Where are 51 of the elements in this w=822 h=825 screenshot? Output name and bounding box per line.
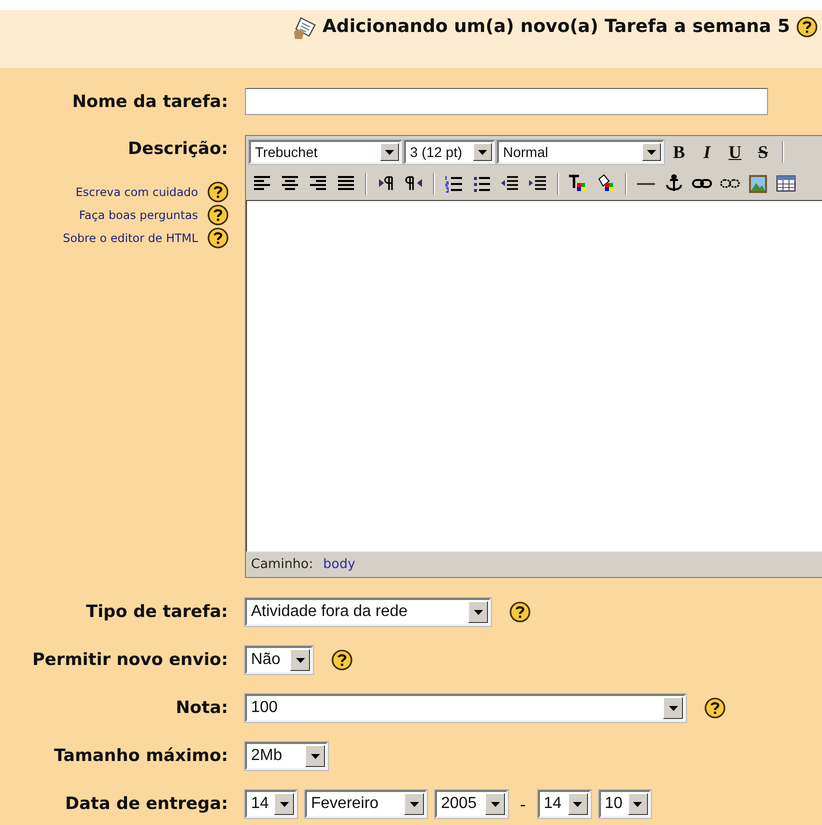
underline-button[interactable]: U [722, 140, 748, 164]
input-field[interactable] [245, 88, 768, 115]
field-label: Nota: [174, 698, 228, 718]
path-label: Caminho: [251, 557, 314, 572]
dropdown[interactable]: 14 [245, 790, 297, 818]
dropdown[interactable]: Fevereiro [305, 790, 427, 818]
caret-icon [573, 802, 582, 806]
bold-button[interactable]: B [666, 140, 692, 164]
font-dropdown[interactable]: Trebuchet [249, 140, 402, 164]
help-icon[interactable] [796, 16, 818, 38]
help-icon[interactable] [704, 697, 726, 719]
size-dropdown[interactable]: 3 (12 pt) [404, 140, 495, 164]
field-label: Nome da tarefa: [71, 92, 228, 112]
help-icon[interactable] [509, 601, 531, 623]
field-label: Data de entrega: [64, 794, 228, 814]
field-label: Descrição: [128, 139, 228, 159]
dropdown[interactable]: 10 [598, 790, 651, 818]
help-link[interactable]: Escreva com cuidado [76, 185, 198, 199]
dropdown[interactable]: 2005 [435, 790, 508, 818]
caret-icon [280, 802, 288, 806]
dropdown[interactable]: Não [245, 646, 313, 674]
caret-icon [474, 610, 482, 614]
italic-button[interactable]: I [694, 140, 720, 164]
caret-icon [478, 150, 487, 154]
help-link[interactable]: Sobre o editor de HTML [62, 231, 198, 245]
caret-icon [410, 802, 418, 806]
dropdown[interactable]: 2Mb [245, 742, 328, 770]
caret-icon [633, 802, 642, 806]
page-title: Adicionando um(a) novo(a) Tarefa a semana 5 [322, 16, 790, 38]
help-icon[interactable] [207, 227, 229, 249]
caret-icon [647, 150, 656, 154]
field-label: Tipo de tarefa: [85, 602, 228, 622]
help-icon[interactable] [207, 181, 229, 203]
help-link[interactable]: Faça boas perguntas [79, 208, 198, 222]
dropdown[interactable]: Atividade fora da rede [245, 598, 491, 626]
caret-icon [490, 802, 500, 806]
caret-icon [385, 150, 394, 154]
dropdown[interactable]: 14 [538, 790, 591, 818]
separator-text: - [520, 794, 526, 814]
field-label: Tamanho máximo: [52, 746, 228, 766]
path-link[interactable]: body [323, 557, 356, 572]
strikethrough-button[interactable]: S [750, 140, 776, 164]
caret-icon [310, 754, 320, 758]
field-label: Permitir novo envio: [31, 650, 228, 670]
dropdown[interactable]: 100 [245, 694, 686, 722]
assignment-icon [292, 16, 316, 40]
help-icon[interactable] [331, 649, 353, 671]
caret-icon [668, 706, 678, 710]
caret-icon [296, 658, 304, 662]
format-dropdown[interactable]: Normal [497, 140, 664, 164]
help-icon[interactable] [207, 204, 229, 226]
